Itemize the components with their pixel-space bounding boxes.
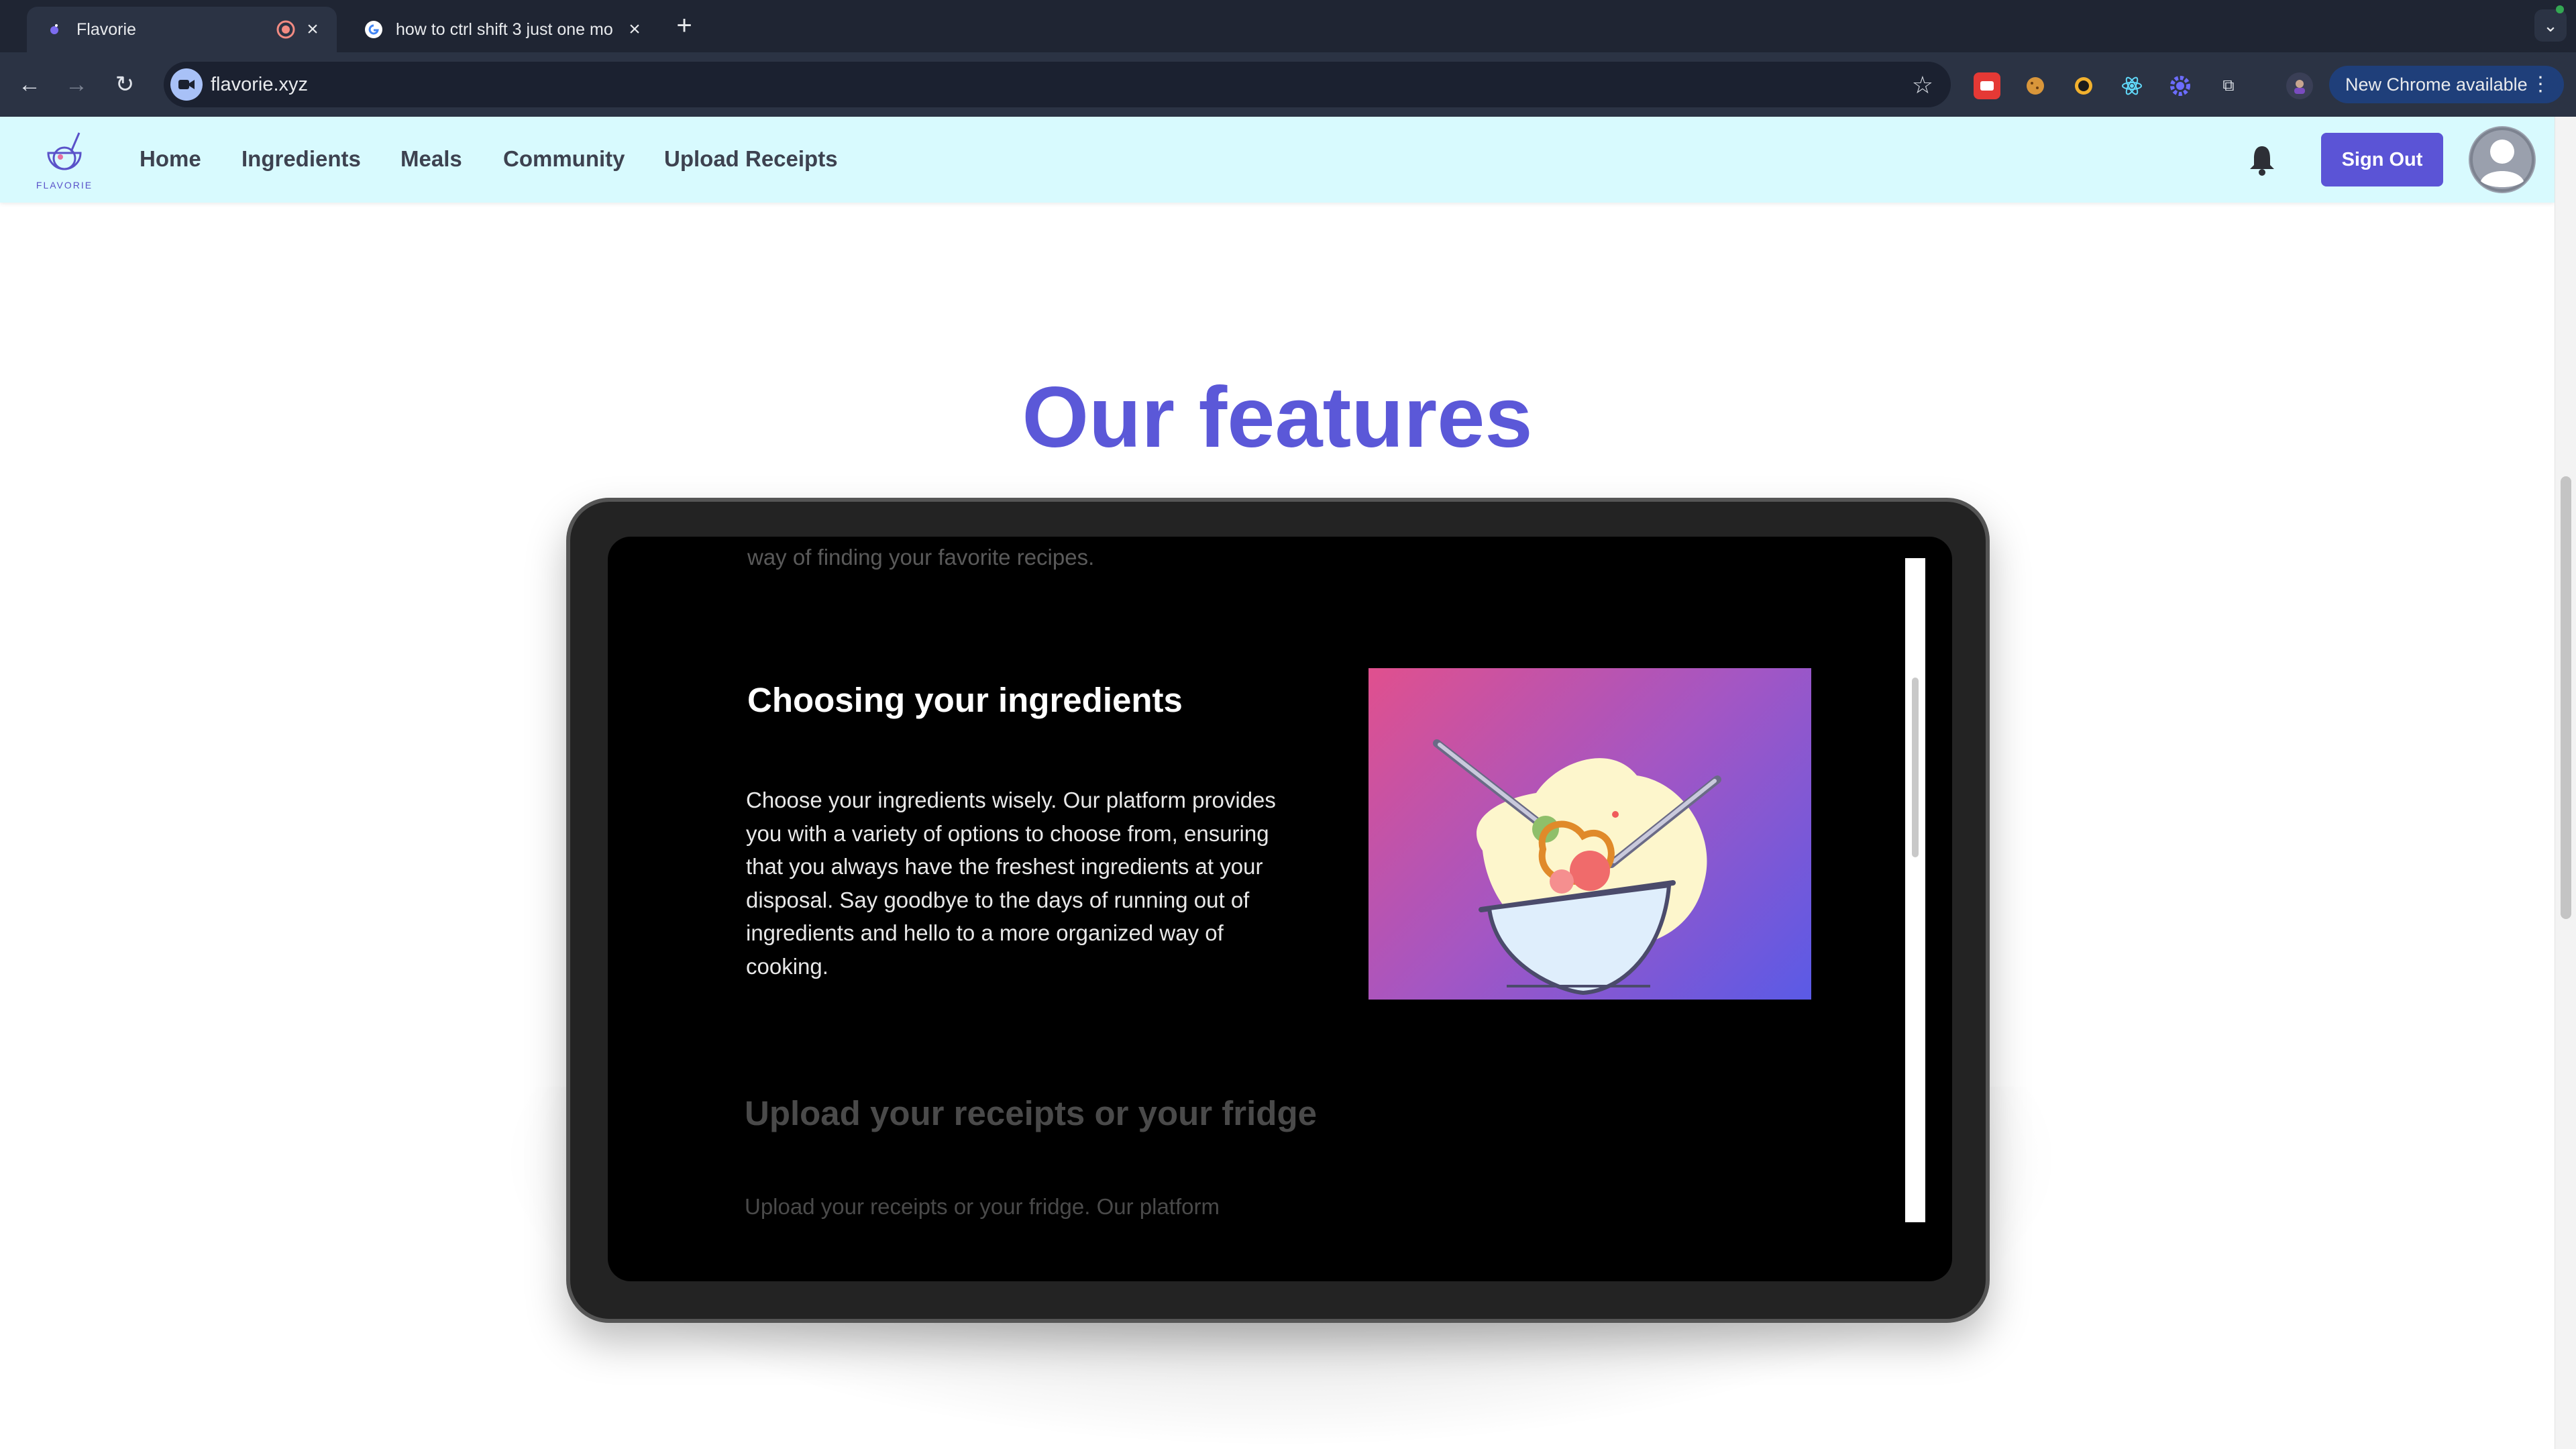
flavorie-logo[interactable]: FLAVORIE — [34, 127, 95, 195]
previous-feature-text: way of finding your favorite recipes. — [747, 545, 1095, 570]
panel-scrollbar[interactable] — [1905, 558, 1925, 1222]
feature-illustration — [1368, 668, 1811, 1000]
salad-bowl-icon — [1433, 739, 1721, 996]
profile-avatar-icon[interactable] — [2286, 72, 2313, 99]
chrome-update-label: New Chrome available — [2345, 74, 2528, 95]
recording-icon — [276, 20, 295, 44]
new-tab-button[interactable]: + — [671, 11, 698, 40]
page-scrollbar-thumb[interactable] — [2561, 476, 2571, 919]
bowl-logo-icon — [47, 132, 82, 170]
address-bar[interactable]: flavorie.xyz ☆ — [164, 62, 1951, 107]
nav-upload-receipts[interactable]: Upload Receipts — [664, 146, 838, 172]
browser-toolbar: ← → ↻ flavorie.xyz ☆ ⧉ New Chrome availa… — [0, 52, 2576, 117]
reload-icon[interactable]: ↻ — [109, 68, 141, 101]
tab-flavorie[interactable]: Flavorie × — [27, 7, 337, 52]
next-feature-description: Upload your receipts or your fridge. Our… — [745, 1194, 1220, 1219]
next-feature-title: Upload your receipts or your fridge — [745, 1094, 1317, 1132]
status-dot-icon — [2556, 5, 2564, 13]
user-avatar-icon[interactable] — [2469, 126, 2536, 193]
sign-out-button[interactable]: Sign Out — [2321, 133, 2443, 186]
features-scroll-panel[interactable]: way of finding your favorite recipes. Ch… — [608, 537, 1952, 1281]
url-text: flavorie.xyz — [211, 74, 309, 95]
tab-search-chevron-icon[interactable]: ⌄ — [2534, 9, 2567, 42]
extension-cookie-icon[interactable] — [2022, 72, 2049, 99]
tab-title: Flavorie — [76, 19, 136, 39]
tab-google-search[interactable]: how to ctrl shift 3 just one mo × — [346, 7, 659, 52]
bookmark-star-icon[interactable]: ☆ — [1912, 71, 1933, 99]
more-menu-icon[interactable]: ⋮ — [2530, 72, 2551, 96]
nav-ingredients[interactable]: Ingredients — [241, 146, 361, 172]
back-arrow-icon[interactable]: ← — [13, 68, 46, 101]
panel-scrollbar-thumb[interactable] — [1912, 678, 1919, 857]
page-scrollbar[interactable] — [2555, 117, 2576, 1449]
feature-title: Choosing your ingredients — [747, 681, 1183, 719]
extension-red-icon[interactable] — [1974, 72, 2000, 99]
site-info-icon[interactable] — [170, 68, 203, 101]
tab-close-icon[interactable]: × — [302, 18, 323, 40]
nav-community[interactable]: Community — [503, 146, 625, 172]
flavorie-favicon-icon — [44, 19, 64, 40]
extension-gear-icon[interactable] — [2167, 72, 2194, 99]
brand-name: FLAVORIE — [36, 180, 93, 191]
feature-description: Choose your ingredients wisely. Our plat… — [746, 788, 1276, 979]
extension-react-icon[interactable] — [2118, 72, 2145, 99]
extension-circle-icon[interactable] — [2070, 72, 2097, 99]
section-title: Our features — [1022, 370, 1533, 466]
forward-arrow-icon[interactable]: → — [60, 68, 93, 101]
extensions-puzzle-icon[interactable]: ⧉ — [2215, 72, 2242, 99]
nav-meals[interactable]: Meals — [400, 146, 462, 172]
site-header: FLAVORIE Home Ingredients Meals Communit… — [0, 117, 2555, 203]
tablet-frame: way of finding your favorite recipes. Ch… — [566, 498, 1990, 1323]
google-favicon-icon — [364, 19, 384, 40]
chrome-update-button[interactable]: New Chrome available ⋮ — [2329, 66, 2564, 103]
notification-bell-icon[interactable] — [2247, 144, 2277, 176]
browser-tab-strip: Flavorie × how to ctrl shift 3 just one … — [0, 0, 2576, 52]
tab-close-icon[interactable]: × — [624, 18, 645, 40]
nav-home[interactable]: Home — [140, 146, 201, 172]
tab-title: how to ctrl shift 3 just one mo — [396, 19, 613, 39]
